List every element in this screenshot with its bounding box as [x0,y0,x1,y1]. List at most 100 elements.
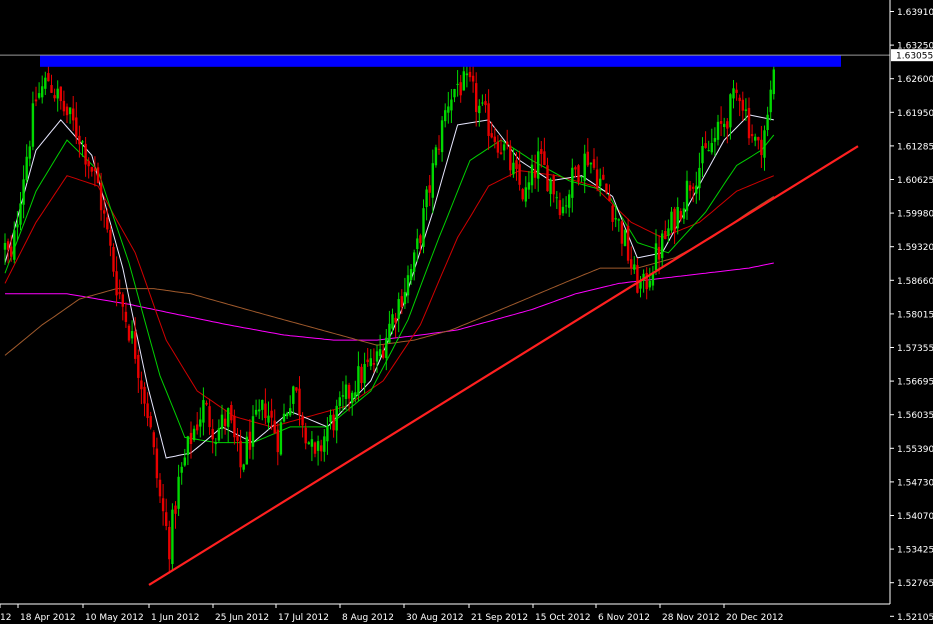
candle-body [623,229,627,247]
price-tick-label: 1.61285 [897,142,933,152]
candle-body [484,101,487,106]
candle-body [372,362,376,365]
price-tick-label: 1.52105 [897,613,933,623]
price-tick-label: 1.58660 [897,277,933,287]
candle-body [617,219,620,221]
candle-body [121,294,124,307]
candle-body [34,99,38,102]
candle-body [261,399,264,410]
resistance-zone [40,55,841,67]
candle-body [298,388,301,416]
candle-body [630,259,633,269]
candle-body [310,439,314,447]
candle [171,503,174,570]
candle-body [422,208,425,247]
time-tick-label: 25 Jun 2012 [215,613,269,623]
time-tick-label: 1 Jun 2012 [151,613,199,623]
candle-body [56,88,59,99]
candle-body [592,159,596,168]
candle-body [22,179,25,205]
candle-body [220,414,224,429]
candle-body [90,166,93,172]
candle-body [726,121,729,129]
time-tick-label: 12 [0,613,11,623]
candle-body [558,200,562,216]
candle-body [580,176,583,178]
time-tick-label: 17 Jul 2012 [278,613,329,623]
price-tick-label: 1.54730 [897,478,933,488]
candle-body [502,144,506,151]
candle-body [450,99,453,111]
candle-body [695,185,698,194]
candle-body [369,358,372,367]
candle-body [258,409,261,412]
candle-body [577,165,580,182]
candle-body [688,185,692,191]
candle-body [292,386,295,404]
candle-body [199,419,202,427]
candle-body [375,351,379,362]
candle-body [270,410,273,418]
candle-body [149,416,152,428]
candle-body [769,89,772,113]
candle-body [719,121,723,124]
candle-body [413,252,416,272]
candle-body [264,403,267,418]
candle-body [304,427,307,444]
candle-body [344,384,348,400]
candle-body [326,425,329,442]
candle-body [233,415,236,438]
candle-body [28,146,31,159]
candle-body [189,432,193,444]
candle-body [186,436,190,456]
candle-body [242,464,245,470]
candle-body [165,512,168,526]
candle-body [490,133,493,138]
candle-body [363,363,366,384]
candle-body [208,406,211,428]
candle-body [75,117,78,137]
candle-body [521,189,524,200]
candle-body [419,235,422,244]
candle-body [524,187,527,202]
candle-body [134,331,137,359]
candle-body [6,241,10,250]
candle-body [289,408,292,416]
candle-body [760,139,763,156]
candle-body [338,397,341,407]
candle-body [704,143,707,148]
price-tick-label: 1.60625 [897,176,933,186]
candle-body [211,428,214,440]
candle-body [444,110,447,122]
candle-body [506,141,509,145]
candle-body [177,476,180,509]
candle-body [537,151,540,179]
price-chart: 1.639101.632501.626001.619501.612851.606… [0,0,933,624]
candle-body [112,246,115,272]
price-tick-label: 1.56695 [897,378,933,388]
candle-body [605,183,608,193]
candle-body [378,349,382,357]
candle-body [3,242,7,250]
candle-body [636,265,639,293]
candle-body [41,86,44,98]
candle-body [323,436,326,452]
candle-body [161,498,165,512]
candle-body [599,178,602,187]
candle-body [202,400,205,423]
candle-body [540,149,543,154]
candle-body [87,160,90,167]
candle [127,323,131,343]
candle-body [127,325,131,341]
candle-body [549,179,552,194]
candle-body [710,143,713,153]
candle-body [65,106,69,116]
candle-body [332,414,335,431]
candle-body [744,109,748,111]
candle-body [301,415,304,426]
candle-body [447,106,450,113]
candle-body [747,107,751,139]
chart-background [0,0,933,624]
candle-body [456,83,459,85]
candle-body [124,311,128,322]
